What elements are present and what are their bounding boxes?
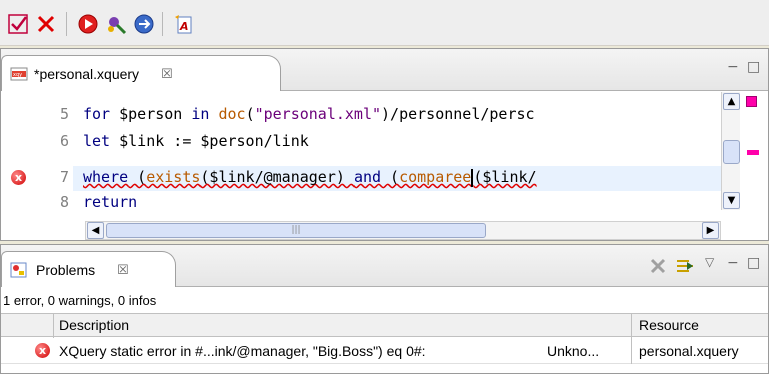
code-string: "personal.xml" <box>254 105 382 123</box>
code-function: doc <box>218 105 246 123</box>
horizontal-scrollbar[interactable]: ◀ ||| ▶ <box>85 221 721 240</box>
toolbar-separator <box>66 12 67 36</box>
code-text: ( <box>381 168 400 186</box>
code-line-5: for $person in doc("personal.xml")/perso… <box>83 105 535 123</box>
check-icon <box>8 14 28 34</box>
code-keyword: for <box>83 105 111 123</box>
editor-tabbar: xqy *personal.xquery ☒ − □ <box>1 49 768 91</box>
tab-close-icon[interactable]: ☒ <box>117 262 129 278</box>
code-text: $link := $person/link <box>110 132 309 150</box>
svg-text:A: A <box>179 20 189 33</box>
debug-icon <box>108 17 127 35</box>
new-file-icon: A <box>175 15 192 34</box>
problems-summary: 1 error, 0 warnings, 0 infos <box>3 293 157 308</box>
minimize-icon[interactable]: − <box>727 59 739 75</box>
code-keyword: and <box>353 168 382 186</box>
step-icon <box>134 14 154 34</box>
problem-extra: Unkno... <box>547 343 600 359</box>
code-line-6: let $link := $person/link <box>83 132 309 150</box>
new-xquery-button[interactable]: A <box>172 12 196 36</box>
validate-button[interactable] <box>6 12 30 36</box>
debug-button[interactable] <box>104 12 128 36</box>
code-keyword: where <box>83 168 129 186</box>
line-number: 7 <box>59 168 69 186</box>
code-text: )/personnel/persc <box>381 105 535 123</box>
code-line-8: return <box>83 193 137 211</box>
column-header-description[interactable]: Description <box>59 317 129 333</box>
code-text: ($link/ <box>473 168 537 186</box>
problem-resource: personal.xquery <box>639 343 739 359</box>
main-toolbar: A <box>0 0 769 46</box>
horizontal-scroll-thumb[interactable]: ||| <box>106 223 486 238</box>
column-header-resource[interactable]: Resource <box>639 317 699 333</box>
code-keyword: let <box>83 132 111 150</box>
error-icon: x <box>35 343 50 358</box>
problems-view: Problems ☒ ▽ − □ 1 error, 0 warnings, 0 … <box>0 244 769 374</box>
toolbar-separator <box>162 12 163 36</box>
error-position-marker[interactable] <box>747 150 759 155</box>
step-button[interactable] <box>132 12 156 36</box>
code-text: ($link/@manager) <box>200 168 354 186</box>
error-marker-icon[interactable]: x <box>11 170 26 185</box>
column-divider <box>631 338 632 364</box>
filter-icon[interactable] <box>675 256 695 276</box>
code-keyword: in <box>191 105 210 123</box>
tab-close-icon[interactable]: ☒ <box>161 66 173 82</box>
line-number: 5 <box>59 105 69 123</box>
overview-ruler[interactable] <box>741 92 767 212</box>
code-editor[interactable]: 5 6 x 7 8 for $person in doc("personal.x… <box>1 92 768 212</box>
run-button[interactable] <box>76 12 100 36</box>
code-text: ( <box>245 105 255 123</box>
vertical-scroll-thumb[interactable] <box>723 140 740 164</box>
problems-tab-label: Problems <box>36 261 96 278</box>
cancel-icon <box>37 15 55 33</box>
delete-icon[interactable] <box>649 257 667 275</box>
code-line-7: where (exists($link/@manager) and (compa… <box>83 168 537 187</box>
tab-problems[interactable]: Problems ☒ <box>1 251 176 287</box>
scroll-left-button[interactable]: ◀ <box>87 222 104 239</box>
problem-description: XQuery static error in #...ink/@manager,… <box>59 343 426 359</box>
code-text: ( <box>128 168 147 186</box>
maximize-icon[interactable]: □ <box>747 59 760 75</box>
column-divider <box>631 314 632 338</box>
problems-icon <box>10 262 27 277</box>
editor-pane: xqy *personal.xquery ☒ − □ 5 6 x 7 8 for… <box>0 48 769 241</box>
view-menu-icon[interactable]: ▽ <box>705 255 714 269</box>
line-number: 6 <box>59 132 69 150</box>
error-summary-marker[interactable] <box>746 96 757 107</box>
scroll-down-button[interactable]: ▼ <box>723 192 740 209</box>
table-row[interactable]: x XQuery static error in #...ink/@manage… <box>1 338 768 364</box>
svg-text:xqy: xqy <box>13 72 22 78</box>
column-divider <box>53 314 54 338</box>
code-function: exists <box>146 168 201 186</box>
xquery-file-icon: xqy <box>10 67 28 80</box>
vertical-scrollbar[interactable]: ▲ ▼ <box>721 92 740 210</box>
cancel-button[interactable] <box>34 12 58 36</box>
code-function: comparee <box>399 168 472 186</box>
tab-label: *personal.xquery <box>34 65 140 82</box>
run-icon <box>78 14 98 34</box>
minimize-icon[interactable]: − <box>727 255 739 271</box>
problems-tabbar: Problems ☒ ▽ − □ <box>1 245 768 287</box>
code-keyword: return <box>83 193 138 211</box>
scroll-right-button[interactable]: ▶ <box>702 222 719 239</box>
line-number: 8 <box>59 193 69 211</box>
code-text: $person <box>110 105 192 123</box>
scroll-up-button[interactable]: ▲ <box>723 93 740 110</box>
line-gutter: 5 6 x 7 8 <box>1 92 73 212</box>
maximize-icon[interactable]: □ <box>747 255 760 271</box>
problems-table-header: Description Resource <box>1 313 768 338</box>
tab-personal-xquery[interactable]: xqy *personal.xquery ☒ <box>1 55 281 91</box>
